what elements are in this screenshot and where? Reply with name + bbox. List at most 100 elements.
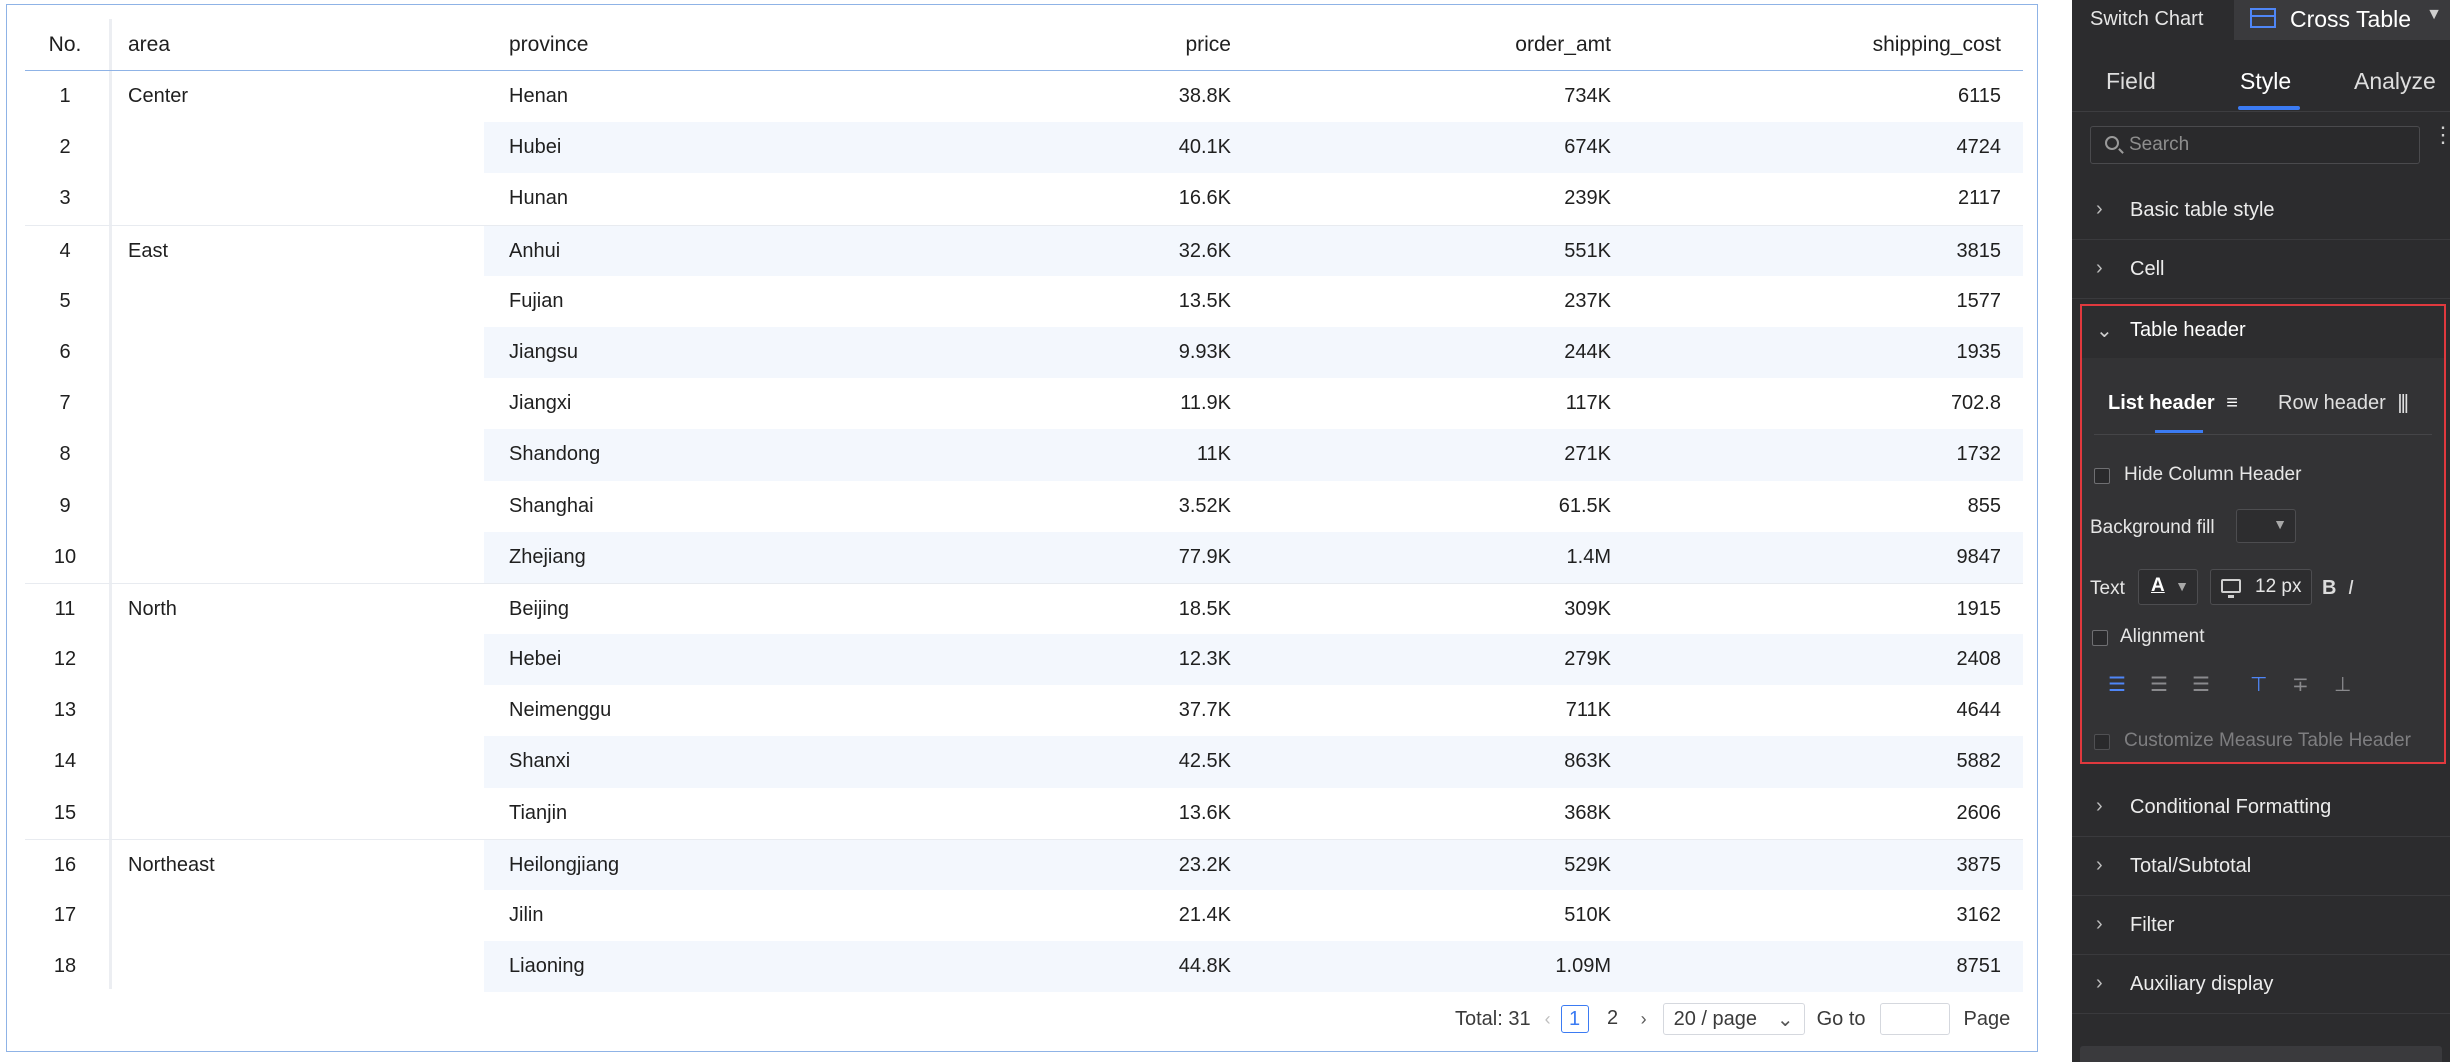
table-row[interactable]: 12 Hebei 12.3K 279K 2408 [25,634,2023,686]
section-total-subtotal[interactable]: › Total/Subtotal [2072,838,2450,896]
table-row[interactable]: 4 East Anhui 32.6K 551K 3815 [25,224,2023,276]
goto-page-input[interactable] [1879,1003,1950,1035]
cell-province: Beijing [509,597,570,620]
style-panel: Switch Chart Cross Table ▼ Field Style A… [2072,0,2450,1062]
table-row[interactable]: 18 Liaoning 44.8K 1.09M 8751 [25,941,2023,993]
cell-province: Tianjin [509,801,568,824]
section-cell[interactable]: › Cell [2072,241,2450,299]
tab-analyze[interactable]: Analyze [2354,68,2436,95]
cell-shipping-cost: 2117 [1957,187,2001,210]
cell-shipping-cost: 6115 [1957,85,2001,107]
table-row[interactable]: 8 Shandong 11K 271K 1732 [25,429,2023,481]
header-order-amt[interactable]: order_amt [1295,33,1611,57]
cell-price: 13.5K [1178,289,1231,312]
cell-price: 23.2K [1178,853,1231,876]
cell-order-amt: 239K [1564,187,1611,210]
italic-button[interactable]: I [2348,577,2354,600]
table-row[interactable]: 9 Shanghai 3.52K 61.5K 855 [25,481,2023,532]
cell-price: 77.9K [1178,545,1231,568]
section-auxiliary-display[interactable]: › Auxiliary display [2072,956,2450,1014]
cell-no: 16 [53,853,77,876]
header-province[interactable]: province [509,33,588,57]
section-filter[interactable]: › Filter [2072,897,2450,955]
table-row[interactable]: 16 Northeast Heilongjiang 23.2K 529K 3875 [25,838,2023,890]
cell-no: 11 [54,597,76,620]
cell-price: 44.8K [1178,955,1231,978]
font-size-select[interactable]: 12 px [2210,569,2312,605]
more-icon[interactable]: ⋮ [2432,124,2450,158]
section-label: Total/Subtotal [2130,855,2252,877]
section-label: Table header [2130,319,2246,341]
align-top-icon[interactable]: ⊤ [2250,672,2267,697]
subtab-row-header[interactable]: Row header ||| [2278,392,2409,415]
align-center-icon[interactable]: ☰ [2150,672,2168,697]
cell-price: 37.7K [1178,699,1231,722]
tab-style[interactable]: Style [2240,68,2291,95]
header-price[interactable]: price [915,33,1231,57]
chart-type-select[interactable]: Cross Table ▼ [2234,0,2450,40]
table-header-section-head[interactable]: ⌄ Table header [2082,306,2444,358]
pagination: Total: 31 ‹ 1 2 › 20 / page ⌄ Go to Page [1455,1003,2010,1035]
cell-shipping-cost: 1732 [1956,443,2002,466]
search-input[interactable] [2129,132,2409,158]
page-2-button[interactable]: 2 [1599,1005,1627,1033]
header-area[interactable]: area [128,33,170,57]
cell-province: Shandong [509,443,601,466]
cell-province: Fujian [509,289,564,312]
prev-page-icon[interactable]: ‹ [1545,1009,1551,1030]
cell-price: 38.8K [1178,85,1231,107]
page-size-select[interactable]: 20 / page ⌄ [1662,1003,1805,1035]
bold-button[interactable]: B [2322,577,2336,600]
table-row[interactable]: 17 Jilin 21.4K 510K 3162 [25,890,2023,941]
table-row[interactable]: 7 Jiangxi 11.9K 117K 702.8 [25,378,2023,429]
cell-no: 15 [53,801,77,824]
align-bottom-icon[interactable]: ⊥ [2334,672,2351,697]
cell-province: Hubei [509,136,562,159]
page-1-button[interactable]: 1 [1560,1005,1589,1033]
hide-column-header-checkbox[interactable] [2094,468,2110,484]
table-row[interactable]: 1 Center Henan 38.8K 734K 6115 [25,71,2023,122]
table-row[interactable]: 2 Hubei 40.1K 674K 4724 [25,122,2023,174]
table-row[interactable]: 14 Shanxi 42.5K 863K 5882 [25,736,2023,788]
cell-order-amt: 61.5K [1558,494,1611,517]
table-row[interactable]: 5 Fujian 13.5K 237K 1577 [25,276,2023,327]
alignment-checkbox[interactable] [2092,630,2108,646]
align-middle-icon[interactable]: ∓ [2292,672,2309,697]
chevron-down-icon: ▼ [2175,578,2189,594]
section-label: Cell [2130,258,2165,280]
panel-search[interactable] [2090,126,2420,164]
cell-shipping-cost: 702.8 [1950,392,2001,415]
header-no[interactable]: No. [25,33,105,57]
subtab-list-header[interactable]: List header ≡ [2108,392,2238,415]
table-row[interactable]: 13 Neimenggu 37.7K 711K 4644 [25,685,2023,736]
align-right-icon[interactable]: ☰ [2192,672,2210,697]
cell-shipping-cost: 8751 [1956,955,2002,978]
table-row[interactable]: 3 Hunan 16.6K 239K 2117 [25,173,2023,224]
background-fill-picker[interactable]: ▼ [2236,509,2296,543]
cell-no: 18 [53,955,77,978]
cell-area: North [128,597,177,620]
panel-top-bar: Switch Chart Cross Table ▼ [2072,0,2450,40]
chart-type-value: Cross Table [2290,6,2412,32]
cell-price: 32.6K [1178,239,1231,262]
section-conditional-formatting[interactable]: › Conditional Formatting [2072,779,2450,837]
table-row[interactable]: 11 North Beijing 18.5K 309K 1915 [25,582,2023,634]
next-page-icon[interactable]: › [1641,1009,1647,1030]
align-left-icon[interactable]: ☰ [2108,672,2126,697]
section-label: Conditional Formatting [2130,796,2332,818]
section-table-header: ⌄ Table header List header ≡ Row header … [2080,304,2446,764]
table-row[interactable]: 15 Tianjin 13.6K 368K 2606 [25,788,2023,839]
cell-area: Center [128,85,189,107]
tab-field[interactable]: Field [2106,68,2156,95]
cross-table-frame: No. area province price order_amt shippi… [6,4,2038,1052]
text-color-picker[interactable]: A ▼ [2138,569,2198,605]
chevron-right-icon: › [2096,257,2103,279]
header-shipping-cost[interactable]: shipping_cost [1685,33,2001,57]
customize-measure-checkbox[interactable] [2094,734,2110,750]
table-row[interactable]: 10 Zhejiang 77.9K 1.4M 9847 [25,531,2023,583]
table-row[interactable]: 6 Jiangsu 9.93K 244K 1935 [25,326,2023,379]
section-basic-table-style[interactable]: › Basic table style [2072,182,2450,240]
cell-province: Jiangsu [509,340,578,363]
cell-province: Henan [509,85,568,107]
cell-province: Heilongjiang [509,853,620,876]
